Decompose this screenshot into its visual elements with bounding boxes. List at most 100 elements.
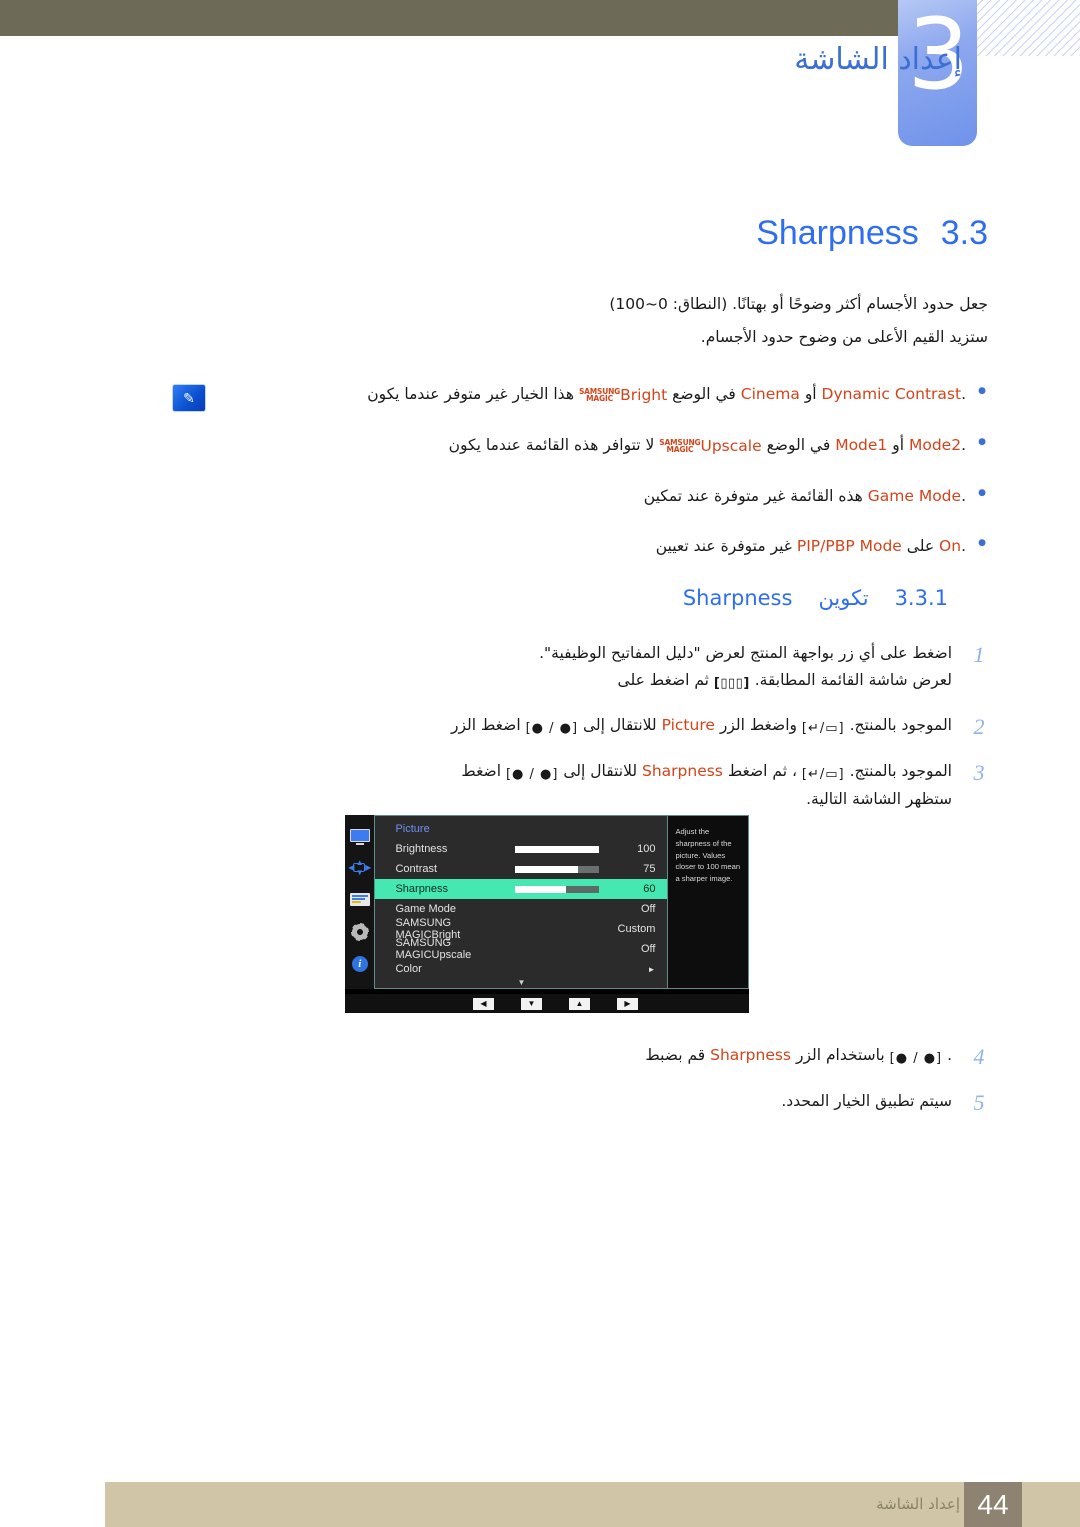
osd-row-label: Brightness xyxy=(395,843,448,855)
step-text: اضغط على أي زر بواجهة المنتج لعرض "دليل … xyxy=(198,640,952,696)
osd-menu-title: Picture xyxy=(395,823,430,835)
magic-word: Upscale xyxy=(431,949,472,961)
osd-row-magicbright[interactable]: SAMSUNG MAGICBright Custom xyxy=(375,917,667,941)
chapter-title: إعداد الشاشة xyxy=(794,42,962,77)
note-item: .On على PIP/PBP Mode غير متوفرة عند تعيي… xyxy=(198,534,988,558)
osd-row-value: Off xyxy=(640,943,656,955)
note-conj: أو xyxy=(804,385,817,403)
note-term-1: Cinema xyxy=(740,385,800,403)
note-suffix: . xyxy=(961,436,966,455)
note-list: .Dynamic Contrast أو Cinema في الوضع SAM… xyxy=(198,382,988,558)
step-text: الموجود بالمنتج. [↵/▭] ، ثم اضغط Sharpne… xyxy=(198,758,952,814)
osd-button-down[interactable]: ▼ xyxy=(521,997,542,1010)
step-number: 2 xyxy=(973,713,985,739)
note-prefix: لا تتوافر هذه القائمة عندما يكون xyxy=(448,436,655,455)
osd-button-up[interactable]: ▲ xyxy=(569,997,590,1010)
subsection-title-ar: تكوين xyxy=(818,586,869,610)
step-text-c: ، ثم اضغط xyxy=(727,761,797,780)
osd-body: ▲ ▼ ◀ ▶ i Picture Brightness 100 Contrast 7… xyxy=(345,815,749,989)
steps-list-bottom: 4 . [● / ●] باستخدام الزر Sharpness قم ب… xyxy=(198,1042,988,1133)
magic-brand-bottom: MAGIC xyxy=(586,393,613,403)
osd-row-value: Custom xyxy=(617,923,656,935)
note-term-2: Dynamic Contrast xyxy=(821,385,962,403)
enter-key-icon: [↵/▭] xyxy=(801,720,845,736)
note-block: ✎ .Dynamic Contrast أو Cinema في الوضع S… xyxy=(172,382,988,584)
osd-row-color[interactable]: Color ► xyxy=(375,959,667,979)
step-term: Sharpness xyxy=(710,1046,792,1064)
scroll-down-caret-icon[interactable]: ▼ xyxy=(375,978,667,987)
step-line: الموجود بالمنتج. [↵/▭] ، ثم اضغط Sharpne… xyxy=(198,758,952,787)
gear-icon[interactable] xyxy=(349,923,371,940)
updown-key-icon: [● / ●] xyxy=(889,1051,943,1066)
note-middle: في الوضع xyxy=(766,436,831,455)
note-term-2: On xyxy=(939,537,962,556)
steps-list-top: 1 اضغط على أي زر بواجهة المنتج لعرض "دلي… xyxy=(198,640,988,829)
note-term-1: Mode1 xyxy=(835,436,888,455)
step-item: 4 . [● / ●] باستخدام الزر Sharpness قم ب… xyxy=(198,1042,988,1072)
osd-row-label: Contrast xyxy=(395,863,438,875)
monitor-icon[interactable] xyxy=(349,827,371,844)
osd-row-label: Game Mode xyxy=(395,903,456,915)
step-item: 1 اضغط على أي زر بواجهة المنتج لعرض "دلي… xyxy=(198,640,988,696)
samsung-magic-upscale-label: SAMSUNG MAGIC Upscale xyxy=(659,434,761,458)
step-text: سيتم تطبيق الخيار المحدد. xyxy=(781,1091,952,1110)
osd-row-game-mode[interactable]: Game Mode Off xyxy=(375,899,667,919)
osd-row-magicupscale[interactable]: SAMSUNG MAGICUpscale Off xyxy=(375,937,667,961)
step-text-c: . xyxy=(947,1046,952,1064)
note-item: .Dynamic Contrast أو Cinema في الوضع SAM… xyxy=(198,382,988,407)
note-middle: على xyxy=(906,537,935,556)
osd-help-panel: Adjust the sharpness of the picture. Val… xyxy=(668,815,749,989)
updown-key-icon: [● / ●] xyxy=(525,720,579,736)
dpad-icon[interactable]: ▲ ▼ ◀ ▶ xyxy=(348,858,371,876)
magic-brand-top: SAMSUNG xyxy=(395,937,452,949)
note-prefix: هذا الخيار غير متوفر عندما يكون xyxy=(367,385,574,403)
magic-word: Upscale xyxy=(700,437,762,456)
footer-page-number: 44 xyxy=(964,1482,1022,1527)
info-icon[interactable]: i xyxy=(349,955,371,972)
note-suffix: . xyxy=(961,487,966,506)
osd-row-contrast[interactable]: Contrast 75 xyxy=(375,859,667,879)
section-intro: جعل حدود الأجسام أكثر وضوحًا أو بهتانًا.… xyxy=(278,288,988,353)
footer-chapter-label: إعداد الشاشة xyxy=(876,1495,960,1513)
step-number: 5 xyxy=(973,1089,985,1115)
note-prefix: غير متوفرة عند تعيين xyxy=(655,537,792,556)
list-icon[interactable] xyxy=(349,891,371,908)
step-text-b: للانتقال إلى xyxy=(582,715,657,734)
step-text-d: الموجود بالمنتج. xyxy=(849,715,952,734)
osd-screenshot: ▲ ▼ ◀ ▶ i Picture Brightness 100 Contrast 7… xyxy=(345,815,749,1013)
osd-row-value: Off xyxy=(640,903,656,915)
magic-brand-bottom: MAGIC xyxy=(395,949,432,961)
step-line: ستظهر الشاشة التالية. xyxy=(806,790,952,809)
note-item: .Game Mode هذه القائمة غير متوفرة عند تم… xyxy=(198,484,988,508)
note-suffix: . xyxy=(961,537,966,556)
osd-row-value: 100 xyxy=(637,843,656,855)
note-item: .Mode2 أو Mode1 في الوضع SAMSUNGMAGICUps… xyxy=(198,433,988,458)
step-text-c: واضغط الزر xyxy=(719,715,797,734)
brightness-slider[interactable] xyxy=(515,845,600,853)
step-line: اضغط على أي زر بواجهة المنتج لعرض "دليل … xyxy=(539,644,952,662)
step-line: لعرض شاشة القائمة المطابقة. [▯▯▯] ثم اضغ… xyxy=(198,667,952,696)
step-number: 1 xyxy=(973,642,985,667)
osd-row-brightness[interactable]: Brightness 100 xyxy=(375,839,667,859)
updown-key-icon: [● / ●] xyxy=(505,766,559,782)
section-title: Sharpness xyxy=(756,214,919,252)
osd-row-sharpness[interactable]: Sharpness 60 xyxy=(375,879,668,899)
step-text-post: لعرض شاشة القائمة المطابقة. xyxy=(754,671,952,690)
submenu-arrow-icon: ► xyxy=(647,964,656,974)
samsung-magic-bright-label: SAMSUNG MAGIC Bright xyxy=(579,383,667,407)
magic-brand-top: SAMSUNG xyxy=(395,917,452,929)
sharpness-slider[interactable] xyxy=(515,885,600,893)
note-term-2: Mode2 xyxy=(908,436,962,455)
step-item: 3 الموجود بالمنتج. [↵/▭] ، ثم اضغط Sharp… xyxy=(198,758,988,814)
magic-brand-bottom: MAGIC xyxy=(666,444,694,454)
note-suffix: . xyxy=(961,385,966,403)
magic-word: Bright xyxy=(620,386,668,404)
note-term-1: Game Mode xyxy=(867,487,962,506)
step-text-b: باستخدام الزر xyxy=(795,1046,885,1064)
step-term: Sharpness xyxy=(642,761,723,780)
contrast-slider[interactable] xyxy=(515,865,600,873)
osd-button-right[interactable]: ▶ xyxy=(617,997,638,1010)
enter-key-icon: [↵/▭] xyxy=(801,766,845,782)
menu-key-icon: [▯▯▯] xyxy=(713,676,750,692)
osd-button-left[interactable]: ◀ xyxy=(473,997,494,1010)
